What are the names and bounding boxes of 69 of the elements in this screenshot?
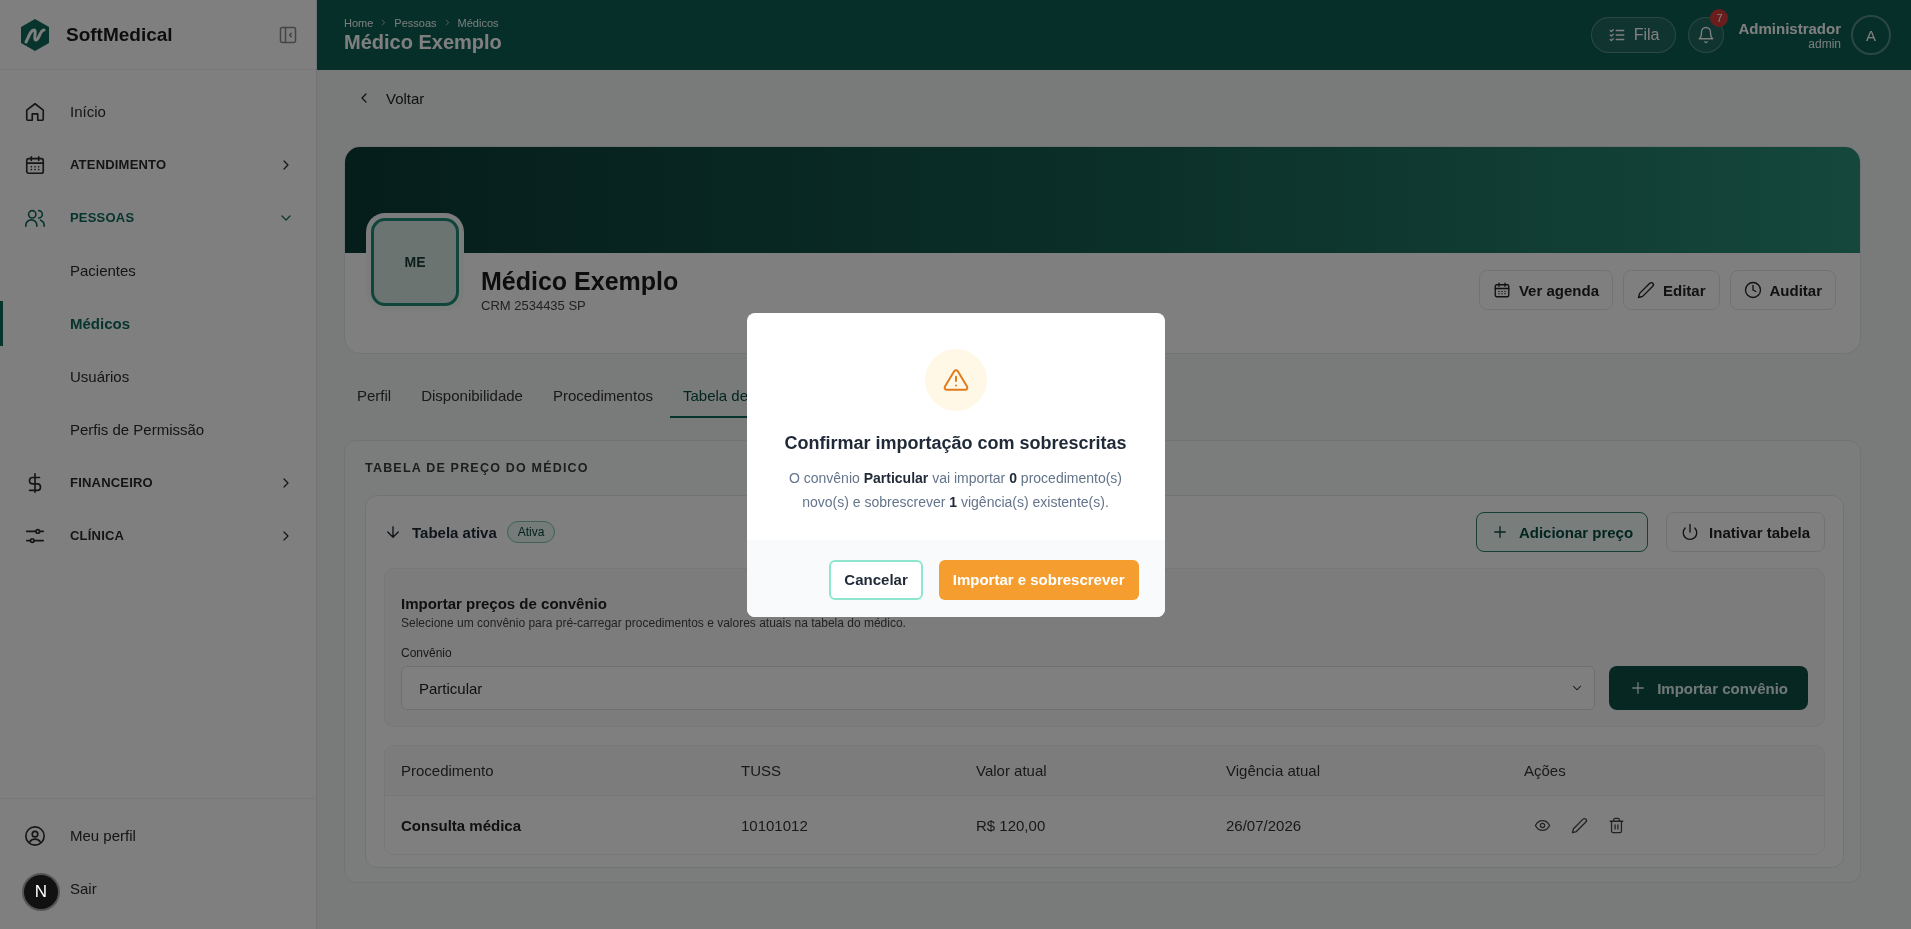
calendar-icon — [24, 153, 46, 176]
nav-item[interactable]: Meu perfil — [0, 809, 316, 862]
section-heading: TABELA DE PREÇO DO MÉDICO — [365, 461, 589, 475]
warning-icon — [942, 366, 969, 393]
nav-item[interactable]: ATENDIMENTO — [0, 138, 316, 191]
field-label: Convênio — [401, 646, 452, 660]
table-cell: 26/07/2026 — [1226, 816, 1302, 834]
user-avatar[interactable]: A — [1851, 15, 1891, 55]
table-action-button[interactable]: Inativar tabela — [1666, 512, 1825, 552]
clock-icon — [1743, 281, 1762, 299]
profile-action-button[interactable]: Ver agenda — [1478, 270, 1613, 310]
table-title: Tabela ativa — [412, 523, 497, 541]
column-header: TUSS — [741, 762, 781, 779]
nav-subitem[interactable]: Médicos — [0, 297, 316, 350]
nav-item[interactable]: CLÍNICA — [0, 509, 316, 562]
table-cell: Consulta médica — [401, 816, 522, 834]
collapse-sidebar-button[interactable] — [278, 24, 298, 45]
import-title: Importar preços de convênio — [401, 595, 607, 612]
cancel-button[interactable]: Cancelar — [829, 559, 923, 600]
column-header: Valor atual — [976, 762, 1047, 779]
arrow-down-icon — [384, 523, 402, 541]
import-button[interactable]: Importar convênio — [1609, 666, 1808, 710]
profile-action-button[interactable]: Editar — [1623, 270, 1720, 310]
bell-icon — [1697, 26, 1716, 44]
user-circle-icon — [24, 824, 46, 847]
tab[interactable]: Perfil — [344, 374, 405, 418]
user-name: Administrador — [1738, 19, 1841, 37]
table-cell: R$ 120,00 — [976, 816, 1046, 834]
panel-icon — [278, 24, 298, 45]
table-cell: 10101012 — [741, 816, 808, 834]
profile-action-button[interactable]: Auditar — [1729, 270, 1836, 310]
notification-badge: 7 — [1710, 9, 1729, 27]
back-link[interactable]: Voltar — [344, 70, 425, 126]
calendar-icon — [1492, 281, 1511, 299]
column-header: Ações — [1524, 762, 1566, 779]
home-icon — [24, 100, 46, 123]
dialog-title: Confirmar importação com sobrescritas — [784, 432, 1127, 454]
trash-icon — [1608, 816, 1625, 834]
nav-subitem[interactable]: Usuários — [0, 350, 316, 403]
breadcrumb-link[interactable]: Home — [344, 16, 374, 29]
status-badge: Ativa — [506, 521, 556, 543]
nav-item[interactable]: Sair — [62, 862, 105, 915]
nav-item[interactable]: FINANCEIRO — [0, 456, 316, 509]
page-title: Médico Exemplo — [344, 30, 502, 54]
doctor-name: Médico Exemplo — [481, 267, 679, 296]
pencil-icon — [1637, 281, 1655, 299]
breadcrumb-link[interactable]: Pessoas — [394, 16, 437, 29]
import-description: Selecione um convênio para pré-carregar procedimentos e valores atuais na tabela do médico. — [401, 616, 906, 630]
logo-icon — [18, 17, 52, 52]
insurance-select[interactable]: Particular — [401, 666, 1596, 710]
edit-button[interactable] — [1571, 816, 1588, 834]
column-header: Procedimento — [401, 762, 494, 779]
nav-subitem[interactable]: Pacientes — [0, 244, 316, 297]
tab[interactable]: Disponibilidade — [408, 374, 536, 418]
brand-name: SoftMedical — [66, 23, 173, 46]
nav-item[interactable]: PESSOAS — [0, 191, 316, 244]
checklist-icon — [1607, 26, 1626, 44]
table-action-button[interactable]: Adicionar preço — [1475, 512, 1649, 552]
nav-subitem[interactable]: Perfis de Permissão — [0, 403, 316, 456]
doctor-crm: CRM 2534435 SP — [481, 298, 586, 313]
dialog-message: O convênio Particular vai importar 0 procedimento(s) novo(s) e sobrescrever 1 vigência(s) existente(s). — [787, 468, 1124, 512]
nav-item[interactable]: Início — [0, 85, 316, 138]
delete-button[interactable] — [1608, 816, 1625, 834]
column-header: Vigência atual — [1226, 762, 1320, 779]
user-role: admin — [1808, 36, 1841, 51]
power-icon — [1681, 523, 1700, 541]
breadcrumb-link[interactable]: Médicos — [457, 16, 499, 29]
pencil-icon — [1571, 816, 1588, 834]
tab[interactable]: Procedimentos — [539, 374, 666, 418]
